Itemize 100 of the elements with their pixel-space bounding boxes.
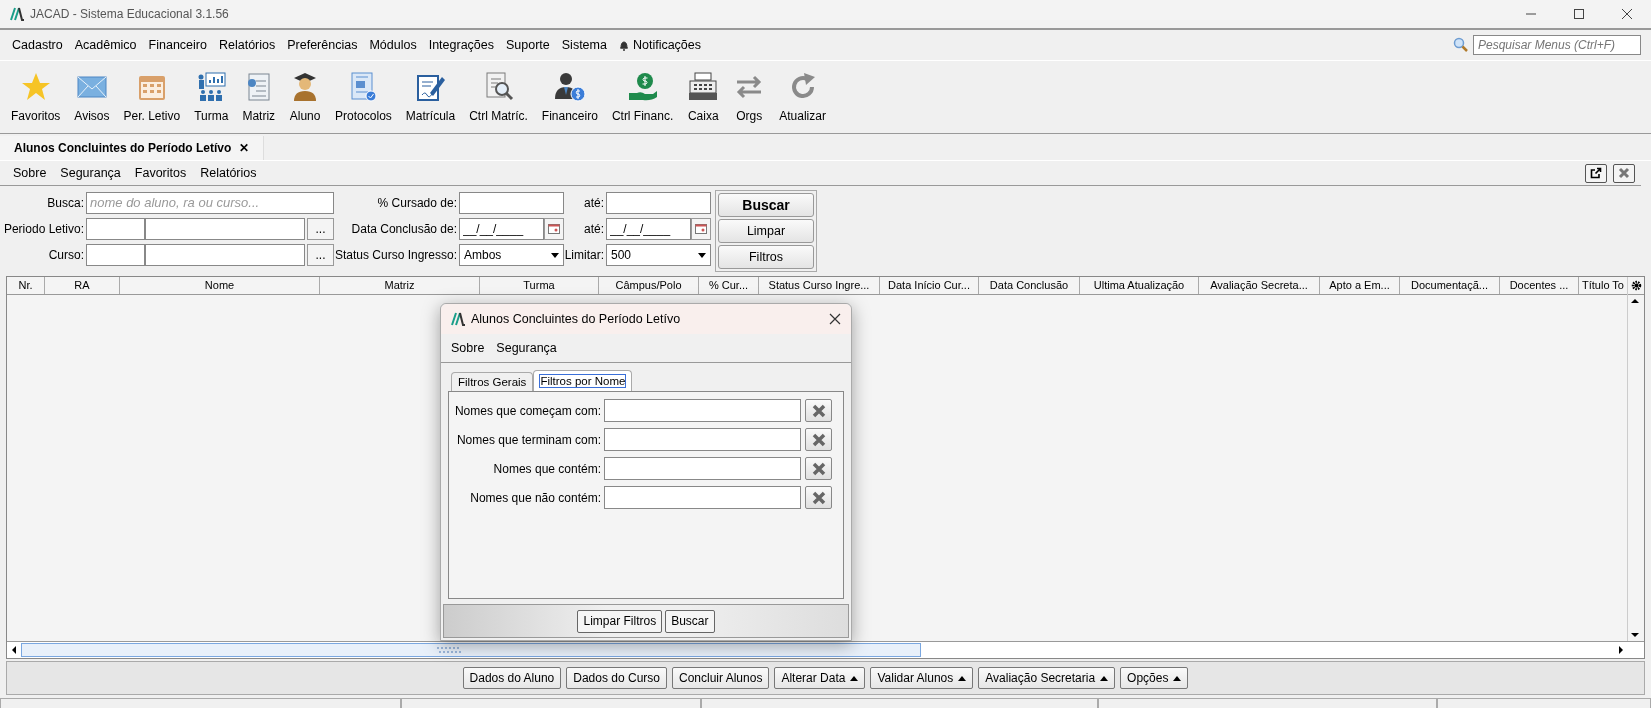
menu-item[interactable]: Sobre (6, 166, 54, 180)
menu-item[interactable]: Segurança (53, 166, 128, 180)
search-field[interactable]: Pesquisar Menus (Ctrl+F) (1473, 35, 1641, 55)
dropdown-caret-icon (698, 252, 706, 258)
column-header[interactable]: Avaliação Secreta... (1199, 277, 1320, 294)
calendar-button[interactable] (544, 218, 564, 240)
toolbar-button[interactable]: Ctrl Matríc. (464, 71, 533, 123)
text-field[interactable] (606, 192, 711, 214)
column-header[interactable]: % Cur... (699, 277, 759, 294)
toolbar-button[interactable]: Avisos (69, 71, 115, 123)
action-button[interactable]: Alterar Data (774, 667, 866, 689)
action-button[interactable]: Avaliação Secretaria (978, 667, 1116, 689)
text-field[interactable] (145, 218, 305, 240)
column-header[interactable]: Docentes ... (1500, 277, 1579, 294)
clear-button[interactable] (805, 457, 832, 480)
field-label: Nomes que terminam com: (455, 432, 602, 447)
toolbar-button[interactable]: Orgs (728, 71, 771, 123)
column-header[interactable]: Apto a Em... (1320, 277, 1400, 294)
dropdown[interactable]: 500 (606, 244, 711, 266)
toolbar-button[interactable]: Favoritos (6, 71, 66, 123)
text-field[interactable] (459, 192, 564, 214)
dropdown[interactable]: Ambos (459, 244, 564, 266)
menu-item[interactable]: Integrações (422, 38, 500, 52)
text-field[interactable] (145, 244, 305, 266)
column-header[interactable]: Nome (120, 277, 320, 294)
text-field[interactable] (604, 457, 801, 480)
tab[interactable]: Filtros Gerais (451, 372, 534, 391)
column-header[interactable]: Ultima Atualização (1080, 277, 1199, 294)
column-header[interactable]: Título To (1579, 277, 1627, 294)
column-header[interactable]: Data Início Cur... (880, 277, 979, 294)
menu-item[interactable]: Relatórios (193, 166, 264, 180)
action-button[interactable]: Validar Alunos (870, 667, 974, 689)
toolbar-button[interactable]: Per. Letivo (118, 71, 186, 123)
column-header[interactable]: Câmpus/Polo (599, 277, 699, 294)
field-label: Limitar: (564, 248, 605, 262)
menu-item[interactable]: Módulos (363, 38, 423, 52)
action-button[interactable]: Dados do Aluno (462, 667, 562, 689)
text-field[interactable] (604, 399, 801, 422)
column-header[interactable]: Matriz (320, 277, 480, 294)
menu-item[interactable]: Favoritos (127, 166, 194, 180)
tab-close[interactable]: ✕ (239, 141, 250, 155)
action-button[interactable]: Concluir Alunos (672, 667, 770, 689)
text-field[interactable]: nome do aluno, ra ou curso... (86, 192, 334, 214)
text-field[interactable] (86, 218, 145, 240)
action-button[interactable]: Limpar (718, 219, 814, 243)
toolbar-button[interactable]: Protocolos (330, 71, 397, 123)
text-field[interactable] (86, 244, 145, 266)
clear-button[interactable] (805, 399, 832, 422)
column-header[interactable]: Status Curso Ingre... (759, 277, 880, 294)
logo-icon (451, 312, 465, 326)
text-field[interactable] (604, 486, 801, 509)
tab[interactable]: Filtros por Nome (533, 370, 633, 391)
toolbar-button[interactable]: Matrícula (400, 71, 461, 123)
menu-item[interactable]: Segurança (490, 341, 563, 355)
toolbar-button[interactable]: Caixa (682, 71, 725, 123)
text-field[interactable]: __/__/____ (459, 218, 544, 240)
text-field[interactable]: __/__/____ (606, 218, 691, 240)
text-field[interactable] (604, 428, 801, 451)
menu-item[interactable]: Cadastro (6, 38, 69, 52)
dialog-button[interactable]: Buscar (665, 609, 715, 633)
menu-item[interactable]: Financeiro (142, 38, 213, 52)
settings-icon[interactable] (1630, 280, 1642, 291)
toolbar-button[interactable]: Atualizar (774, 71, 831, 123)
browse-button[interactable]: ... (307, 218, 334, 240)
close-icon[interactable] (1621, 8, 1633, 20)
toolbar-button[interactable]: Turma (189, 71, 234, 123)
close-icon[interactable] (829, 313, 841, 325)
calendar-button[interactable] (691, 218, 711, 240)
clear-button[interactable] (805, 428, 832, 451)
column-header[interactable]: Documentaçã... (1400, 277, 1500, 294)
column-header[interactable]: Nr. (7, 277, 45, 294)
menu-item[interactable]: Preferências (281, 38, 364, 52)
browse-button[interactable]: ... (307, 244, 334, 266)
field-label: Nomes que não contém: (469, 490, 602, 505)
column-header[interactable]: Turma (480, 277, 599, 294)
document-tab[interactable]: Alunos Concluintes do Período Letívo ✕ (0, 136, 265, 160)
notifications-menu[interactable]: Notificações (612, 38, 708, 52)
dropdown-caret-icon (551, 252, 559, 258)
menu-item[interactable]: Acadêmico (68, 38, 143, 52)
detach-button[interactable] (1585, 163, 1607, 183)
menu-item[interactable]: Relatórios (212, 38, 282, 52)
toolbar-button[interactable]: Financeiro (536, 71, 603, 123)
close-button[interactable] (1613, 163, 1635, 183)
column-header[interactable]: RA (45, 277, 120, 294)
action-button[interactable]: Buscar (718, 193, 814, 217)
column-header[interactable]: Data Conclusão (979, 277, 1080, 294)
toolbar-button[interactable]: Aluno (284, 71, 327, 123)
toolbar-button[interactable]: Ctrl Financ. (606, 71, 679, 123)
dialog-button[interactable]: Limpar Filtros (577, 609, 663, 633)
menu-item[interactable]: Suporte (500, 38, 556, 52)
toolbar-button[interactable]: Matriz (237, 71, 281, 123)
action-button[interactable]: Filtros (718, 245, 814, 269)
maximize-icon[interactable] (1573, 8, 1585, 20)
action-button[interactable]: Opções (1120, 667, 1189, 689)
action-button[interactable]: Dados do Curso (566, 667, 667, 689)
menu-item[interactable]: Sobre (445, 341, 491, 355)
menu-item[interactable]: Sistema (555, 38, 613, 52)
horizontal-scrollbar-thumb[interactable] (21, 643, 921, 657)
field-label: Busca: (46, 196, 85, 210)
clear-button[interactable] (805, 486, 832, 509)
